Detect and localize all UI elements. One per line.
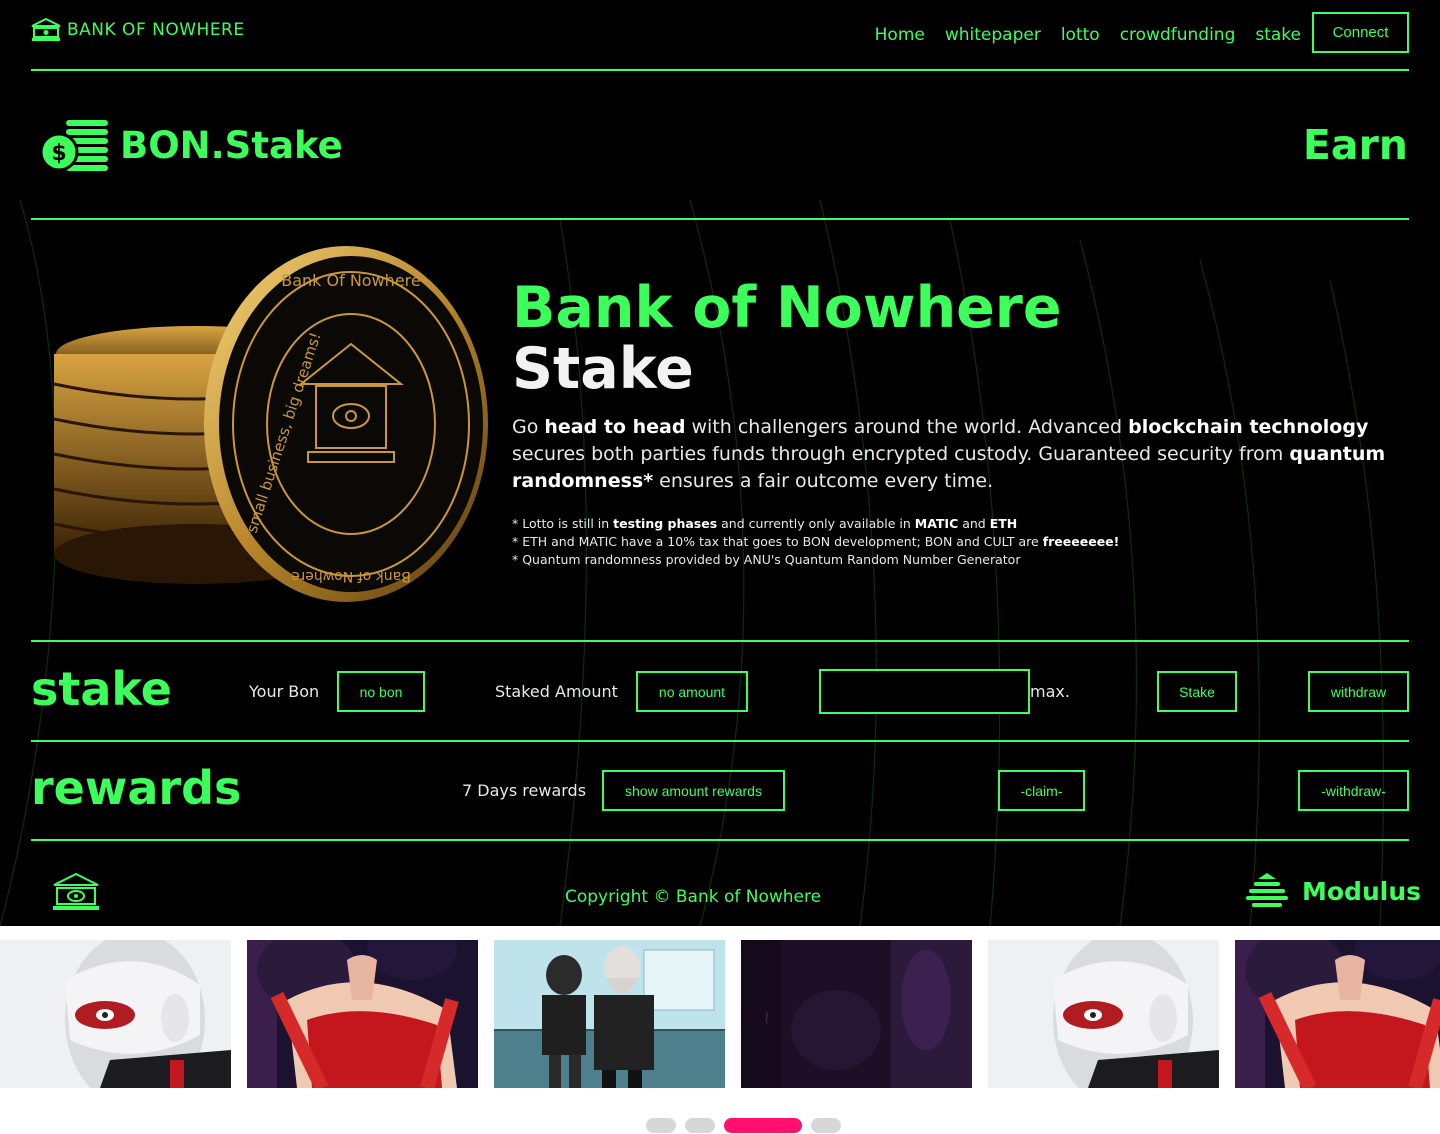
withdraw-rewards-button[interactable]: -withdraw- [1298, 770, 1409, 811]
coin-text-bottom: Bank of Nowhere [291, 568, 411, 584]
hero-subtitle: Stake [512, 336, 694, 402]
note-quantum: * Quantum randomness provided by ANU's Q… [512, 552, 1021, 567]
stake-amount-input[interactable] [819, 669, 1030, 714]
carousel-dot-active[interactable] [724, 1118, 802, 1133]
divider [31, 218, 1409, 220]
modulus-icon [1246, 873, 1288, 907]
svg-text:~: ~ [756, 1010, 777, 1025]
divider [31, 839, 1409, 841]
modulus-logo[interactable]: Modulus [1246, 873, 1421, 909]
coin-stack-icon: $ [40, 120, 108, 172]
note-tax: * ETH and MATIC have a 10% tax that goes… [512, 534, 1120, 549]
connect-button[interactable]: Connect [1312, 12, 1409, 53]
nav-links: Home whitepaper lotto crowdfunding stake [875, 25, 1301, 45]
claim-button[interactable]: -claim- [998, 770, 1085, 811]
stake-button[interactable]: Stake [1157, 671, 1237, 712]
carousel-dot[interactable] [685, 1118, 715, 1133]
staked-amount-value: no amount [636, 671, 748, 712]
nft-gallery-carousel[interactable]: ~ [0, 940, 1440, 1088]
page-dark-section: BANK OF NOWHERE Home whitepaper lotto cr… [0, 0, 1440, 926]
brand-logo[interactable]: BANK OF NOWHERE [31, 18, 245, 42]
your-bon-value: no bon [337, 671, 425, 712]
gold-coin-stack-image: Bank Of Nowhere small business, big drea… [53, 246, 488, 602]
show-rewards-button[interactable]: show amount rewards [602, 770, 785, 811]
hero-title: Bank of Nowhere [512, 275, 1062, 341]
footer-bank-icon [53, 872, 99, 910]
nav-link-lotto[interactable]: lotto [1061, 25, 1100, 45]
nav-link-home[interactable]: Home [875, 25, 925, 45]
divider [31, 69, 1409, 71]
carousel-dot[interactable] [646, 1118, 676, 1133]
gallery-image-two-characters[interactable] [494, 940, 725, 1088]
carousel-dot[interactable] [811, 1118, 841, 1133]
stake-header: $ BON.Stake [40, 118, 343, 172]
svg-text:$: $ [51, 141, 66, 166]
stake-heading: stake [31, 662, 172, 716]
carousel-dots [0, 1118, 1440, 1134]
nav-link-crowdfunding[interactable]: crowdfunding [1120, 25, 1236, 45]
note-lotto: * Lotto is still in testing phases and c… [512, 516, 1018, 531]
top-navigation: BANK OF NOWHERE Home whitepaper lotto cr… [31, 12, 1409, 70]
hero-notes: * Lotto is still in testing phases and c… [512, 515, 1412, 569]
gallery-image-masked-man[interactable] [0, 940, 231, 1088]
bank-icon [31, 18, 61, 41]
page-title: BON.Stake [120, 123, 343, 167]
gallery-image-dark-scene[interactable]: ~ [741, 940, 972, 1088]
hero-section: Bank of Nowhere Stake Go head to head wi… [512, 278, 1412, 569]
coin-text-top: Bank Of Nowhere [281, 271, 420, 290]
nav-link-stake[interactable]: stake [1255, 25, 1301, 45]
modulus-label: Modulus [1302, 876, 1421, 906]
earn-label: Earn [1302, 121, 1408, 169]
gallery-image-red-dress-woman[interactable] [1235, 940, 1440, 1088]
your-bon-label: Your Bon [249, 682, 320, 701]
days-rewards-label: 7 Days rewards [462, 781, 587, 800]
brand-name: BANK OF NOWHERE [67, 20, 245, 40]
gallery-image-red-dress-woman[interactable] [247, 940, 478, 1088]
gallery-image-masked-man[interactable] [988, 940, 1219, 1088]
divider [31, 640, 1409, 642]
hero-description: Go head to head with challengers around … [512, 416, 1386, 492]
rewards-heading: rewards [31, 761, 242, 815]
copyright-text: Copyright © Bank of Nowhere [565, 887, 822, 907]
withdraw-stake-button[interactable]: withdraw [1308, 671, 1409, 712]
nav-link-whitepaper[interactable]: whitepaper [945, 25, 1041, 45]
staked-amount-label: Staked Amount [495, 682, 618, 701]
max-button[interactable]: max. [1030, 682, 1070, 701]
divider [31, 740, 1409, 742]
